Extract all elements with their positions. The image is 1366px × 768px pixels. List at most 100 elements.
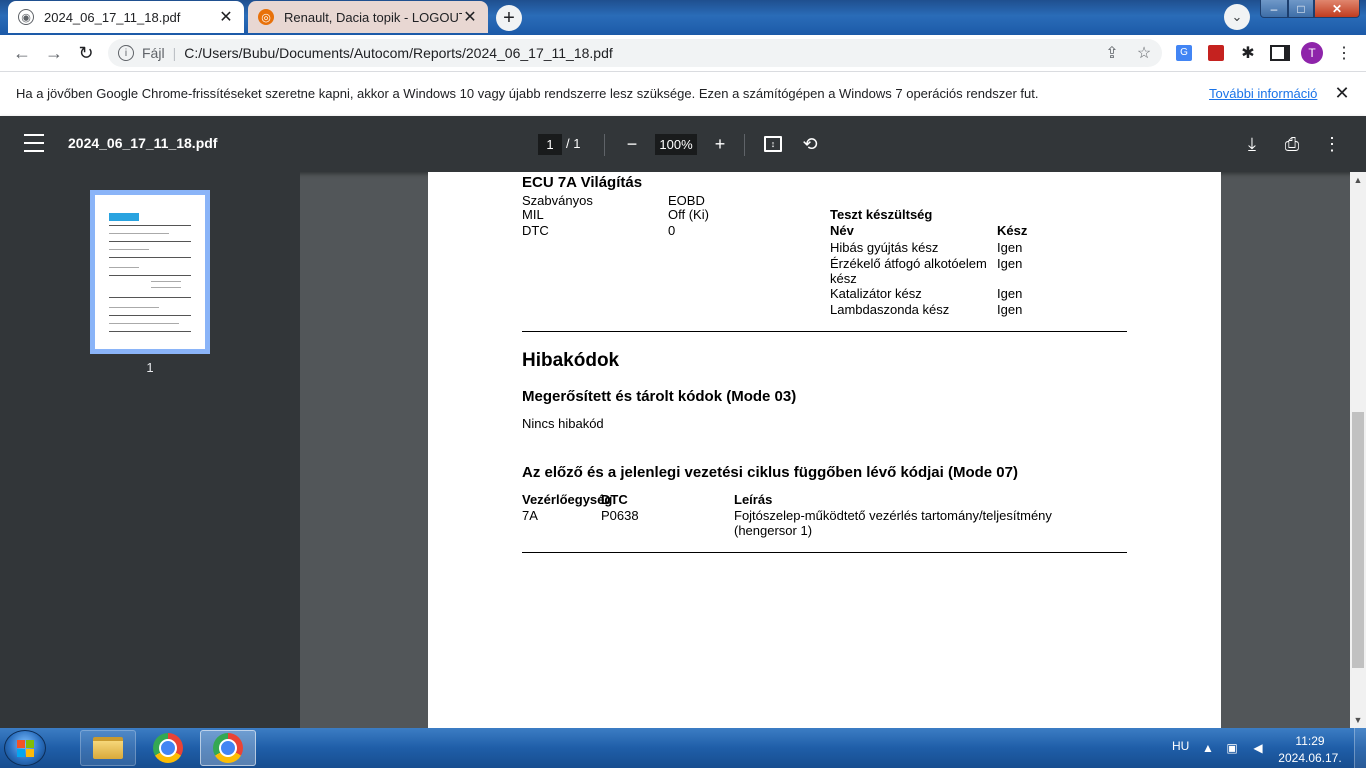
divider (522, 552, 1127, 553)
pending-col-dtc: DTC (601, 492, 628, 507)
divider (604, 134, 605, 156)
readiness-value: Igen (997, 256, 1023, 271)
fault-codes-heading: Hibakódok (522, 350, 620, 371)
download-icon[interactable]: ⤓ (1240, 132, 1264, 156)
confirmed-codes-text: Nincs hibakód (522, 416, 604, 431)
extension-icon[interactable] (1204, 41, 1228, 65)
info-value: Off (Ki) (668, 207, 709, 222)
zoom-input[interactable]: 100% (655, 134, 697, 155)
reload-button[interactable]: ↻ (74, 41, 98, 65)
readiness-name: Lambdaszonda kész (830, 302, 950, 317)
zoom-out-icon[interactable]: − (620, 132, 644, 156)
readiness-name-cont: kész (830, 271, 857, 286)
ecu-heading: ECU 7A Világítás (522, 174, 643, 191)
zoom-in-icon[interactable]: + (708, 132, 732, 156)
puzzle-icon[interactable]: ✱ (1236, 41, 1260, 65)
windows-logo-icon (16, 739, 34, 757)
taskbar-chrome[interactable] (140, 730, 196, 766)
forward-button[interactable]: → (42, 41, 66, 65)
taskbar-explorer[interactable] (80, 730, 136, 766)
tab-title: 2024_06_17_11_18.pdf (44, 9, 181, 25)
pending-ecu: 7A (522, 508, 538, 523)
avatar: T (1301, 42, 1323, 64)
back-button[interactable]: ← (10, 41, 34, 65)
info-value: EOBD (668, 193, 705, 208)
close-tab-icon[interactable]: ✕ (462, 7, 478, 27)
address-bar[interactable]: i Fájl | C:/Users/Bubu/Documents/Autocom… (108, 39, 1162, 67)
readiness-col-name: Név (830, 223, 854, 238)
volume-icon[interactable]: ◀ (1250, 738, 1266, 758)
url-text[interactable]: C:/Users/Bubu/Documents/Autocom/Reports/… (184, 45, 613, 61)
page-thumbnail[interactable] (95, 195, 205, 349)
logo-thumbnail (109, 213, 139, 221)
info-label: Szabványos (522, 193, 593, 208)
scroll-down-icon[interactable]: ▼ (1350, 712, 1366, 728)
hamburger-icon[interactable] (24, 134, 44, 152)
pending-col-ecu: Vezérlőegység (522, 492, 613, 507)
readiness-col-ready: Kész (997, 223, 1028, 238)
info-label: DTC (522, 223, 549, 238)
logout-icon: ◎ (258, 9, 274, 25)
fit-page-icon[interactable]: ↕ (761, 132, 785, 156)
tray-chevron-icon[interactable]: ▲ (1200, 738, 1216, 758)
start-button[interactable] (4, 730, 46, 766)
tab-title: Renault, Dacia topik - LOGOUT.hu (284, 9, 462, 25)
bookmark-star-icon[interactable]: ☆ (1132, 41, 1156, 65)
pending-dtc: P0638 (601, 508, 639, 523)
infobar-link[interactable]: További információ (1209, 86, 1317, 101)
readiness-value: Igen (997, 240, 1023, 255)
rotate-icon[interactable]: ⟲ (798, 132, 822, 156)
print-icon[interactable]: ⎙ (1280, 132, 1304, 156)
clock-date[interactable]: 2024.06.17. (1276, 751, 1344, 765)
menu-icon[interactable]: ⋮ (1332, 41, 1356, 65)
close-tab-icon[interactable]: ✕ (218, 7, 234, 27)
globe-icon: ◉ (18, 9, 34, 25)
confirmed-codes-heading: Megerősített és tárolt kódok (Mode 03) (522, 388, 797, 405)
chevron-down-icon: ⌄ (1231, 9, 1243, 24)
show-desktop-button[interactable] (1354, 728, 1366, 768)
taskbar-chrome-active[interactable] (200, 730, 256, 766)
page-total: / 1 (566, 136, 581, 151)
more-options-icon[interactable]: ⋮ (1320, 132, 1344, 156)
new-tab-button[interactable]: + (496, 5, 522, 31)
arrow-right-icon: → (45, 42, 63, 63)
pending-col-desc: Leírás (734, 492, 773, 507)
scroll-up-icon[interactable]: ▲ (1350, 172, 1366, 188)
translate-icon[interactable]: G (1172, 41, 1196, 65)
reload-icon: ↻ (78, 42, 94, 63)
pdf-page: ECU 7A Világítás Szabványos EOBD MIL Off… (428, 172, 1221, 728)
share-icon[interactable]: ⇪ (1100, 41, 1124, 65)
arrow-left-icon: ← (13, 42, 31, 63)
chrome-icon (213, 733, 243, 763)
readiness-name: Hibás gyújtás kész (830, 240, 939, 255)
readiness-value: Igen (997, 286, 1023, 301)
language-indicator[interactable]: HU (1172, 739, 1189, 753)
usb-icon[interactable]: ▣ (1224, 738, 1240, 758)
infobar-text: Ha a jövőben Google Chrome-frissítéseket… (16, 86, 1039, 101)
pending-desc: Fojtószelep-működtető vezérlés tartomány… (734, 508, 1052, 523)
minimize-button[interactable]: – (1260, 0, 1288, 18)
url-separator: | (172, 45, 177, 61)
tab-pdf[interactable]: ◉ 2024_06_17_11_18.pdf ✕ (8, 1, 244, 33)
window-close-button[interactable]: ✕ (1314, 0, 1360, 18)
maximize-button[interactable]: □ (1288, 0, 1314, 18)
info-icon[interactable]: i (118, 45, 134, 61)
info-label: MIL (522, 207, 544, 222)
pdf-title: 2024_06_17_11_18.pdf (68, 135, 218, 151)
page-number-input[interactable]: 1 (538, 134, 562, 155)
folder-icon (93, 737, 123, 759)
side-panel-icon[interactable] (1268, 41, 1292, 65)
readiness-name: Katalizátor kész (830, 286, 922, 301)
readiness-name: Érzékelő átfogó alkotóelem (830, 256, 987, 271)
divider (522, 331, 1127, 332)
profile-avatar[interactable]: T (1300, 41, 1324, 65)
infobar-close-icon[interactable]: ✕ (1332, 83, 1352, 104)
divider (744, 134, 745, 156)
scrollbar-thumb[interactable] (1352, 412, 1364, 668)
tab-search-button[interactable]: ⌄ (1224, 4, 1250, 30)
pending-codes-heading: Az előző és a jelenlegi vezetési ciklus … (522, 464, 1018, 481)
tab-logout[interactable]: ◎ Renault, Dacia topik - LOGOUT.hu ✕ (248, 1, 488, 33)
clock-time[interactable]: 11:29 (1280, 734, 1340, 748)
thumbnail-label: 1 (146, 360, 154, 375)
info-value: 0 (668, 223, 676, 238)
